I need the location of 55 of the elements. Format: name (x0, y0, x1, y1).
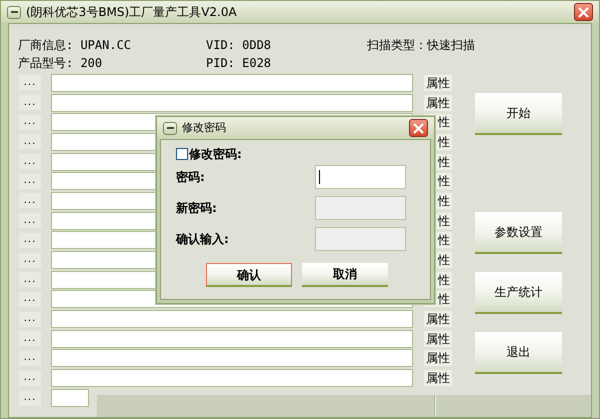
browse-button[interactable]: ... (18, 330, 42, 348)
close-icon (413, 122, 424, 134)
info-text: 厂商信息: UPAN.CC (18, 37, 132, 54)
properties-button[interactable]: 属性 (423, 310, 453, 328)
window-menu-icon[interactable] (7, 6, 21, 18)
browse-button[interactable]: ... (18, 290, 42, 308)
browse-button[interactable]: ... (18, 350, 42, 367)
browse-button[interactable]: ... (18, 370, 42, 387)
browse-button[interactable]: ... (18, 310, 42, 328)
action-button[interactable]: 生产统计 (475, 272, 562, 314)
path-field[interactable] (51, 74, 413, 92)
field-label: 新密码: (176, 200, 217, 217)
path-field[interactable] (51, 349, 413, 368)
browse-button[interactable]: ... (18, 114, 42, 131)
properties-button[interactable]: 属性 (423, 94, 453, 112)
path-field[interactable] (51, 94, 413, 112)
path-field[interactable] (51, 330, 413, 348)
action-button[interactable]: 退出 (475, 332, 562, 374)
field-label: 确认输入: (176, 231, 229, 248)
browse-button[interactable]: ... (18, 212, 42, 230)
browse-button[interactable]: ... (18, 390, 42, 406)
dialog-button[interactable]: 取消 (302, 263, 388, 287)
close-button[interactable] (574, 3, 593, 21)
properties-button[interactable]: 属性 (423, 74, 453, 92)
window-title: (朗科优芯3号BMS)工厂量产工具V2.0A (26, 4, 238, 21)
browse-button[interactable]: ... (18, 271, 42, 288)
dialog-title: 修改密码 (182, 120, 227, 136)
password-field[interactable] (315, 165, 406, 189)
path-field[interactable] (51, 369, 413, 388)
dialog-button[interactable]: 确认 (206, 263, 292, 287)
checkbox-label: 修改密码: (189, 146, 242, 163)
browse-button[interactable]: ... (18, 252, 42, 269)
browse-button[interactable]: ... (18, 172, 42, 190)
browse-button[interactable]: ... (18, 94, 42, 112)
field-label: 密码: (176, 169, 205, 186)
info-text: 产品型号: 200 (18, 55, 104, 72)
action-button[interactable]: 参数设置 (475, 212, 562, 254)
path-field[interactable] (51, 310, 413, 328)
window-menu-icon[interactable] (163, 122, 177, 134)
close-icon (578, 6, 589, 18)
browse-button[interactable]: ... (18, 192, 42, 210)
browse-button[interactable]: ... (18, 153, 42, 170)
action-button[interactable]: 开始 (475, 93, 562, 135)
properties-button[interactable]: 属性 (423, 369, 453, 388)
browse-button[interactable]: ... (18, 232, 42, 249)
properties-button[interactable]: 属性 (423, 349, 453, 368)
properties-button[interactable]: 属性 (423, 330, 453, 348)
info-text: 扫描类型：快速扫描 (367, 37, 476, 54)
browse-button[interactable]: ... (18, 74, 42, 92)
checkbox[interactable] (176, 148, 188, 160)
info-text: VID: 0DD8 (206, 37, 272, 54)
path-field[interactable] (51, 389, 89, 407)
info-text: PID: E028 (206, 55, 272, 72)
browse-button[interactable]: ... (18, 133, 42, 150)
close-button[interactable] (409, 119, 428, 137)
